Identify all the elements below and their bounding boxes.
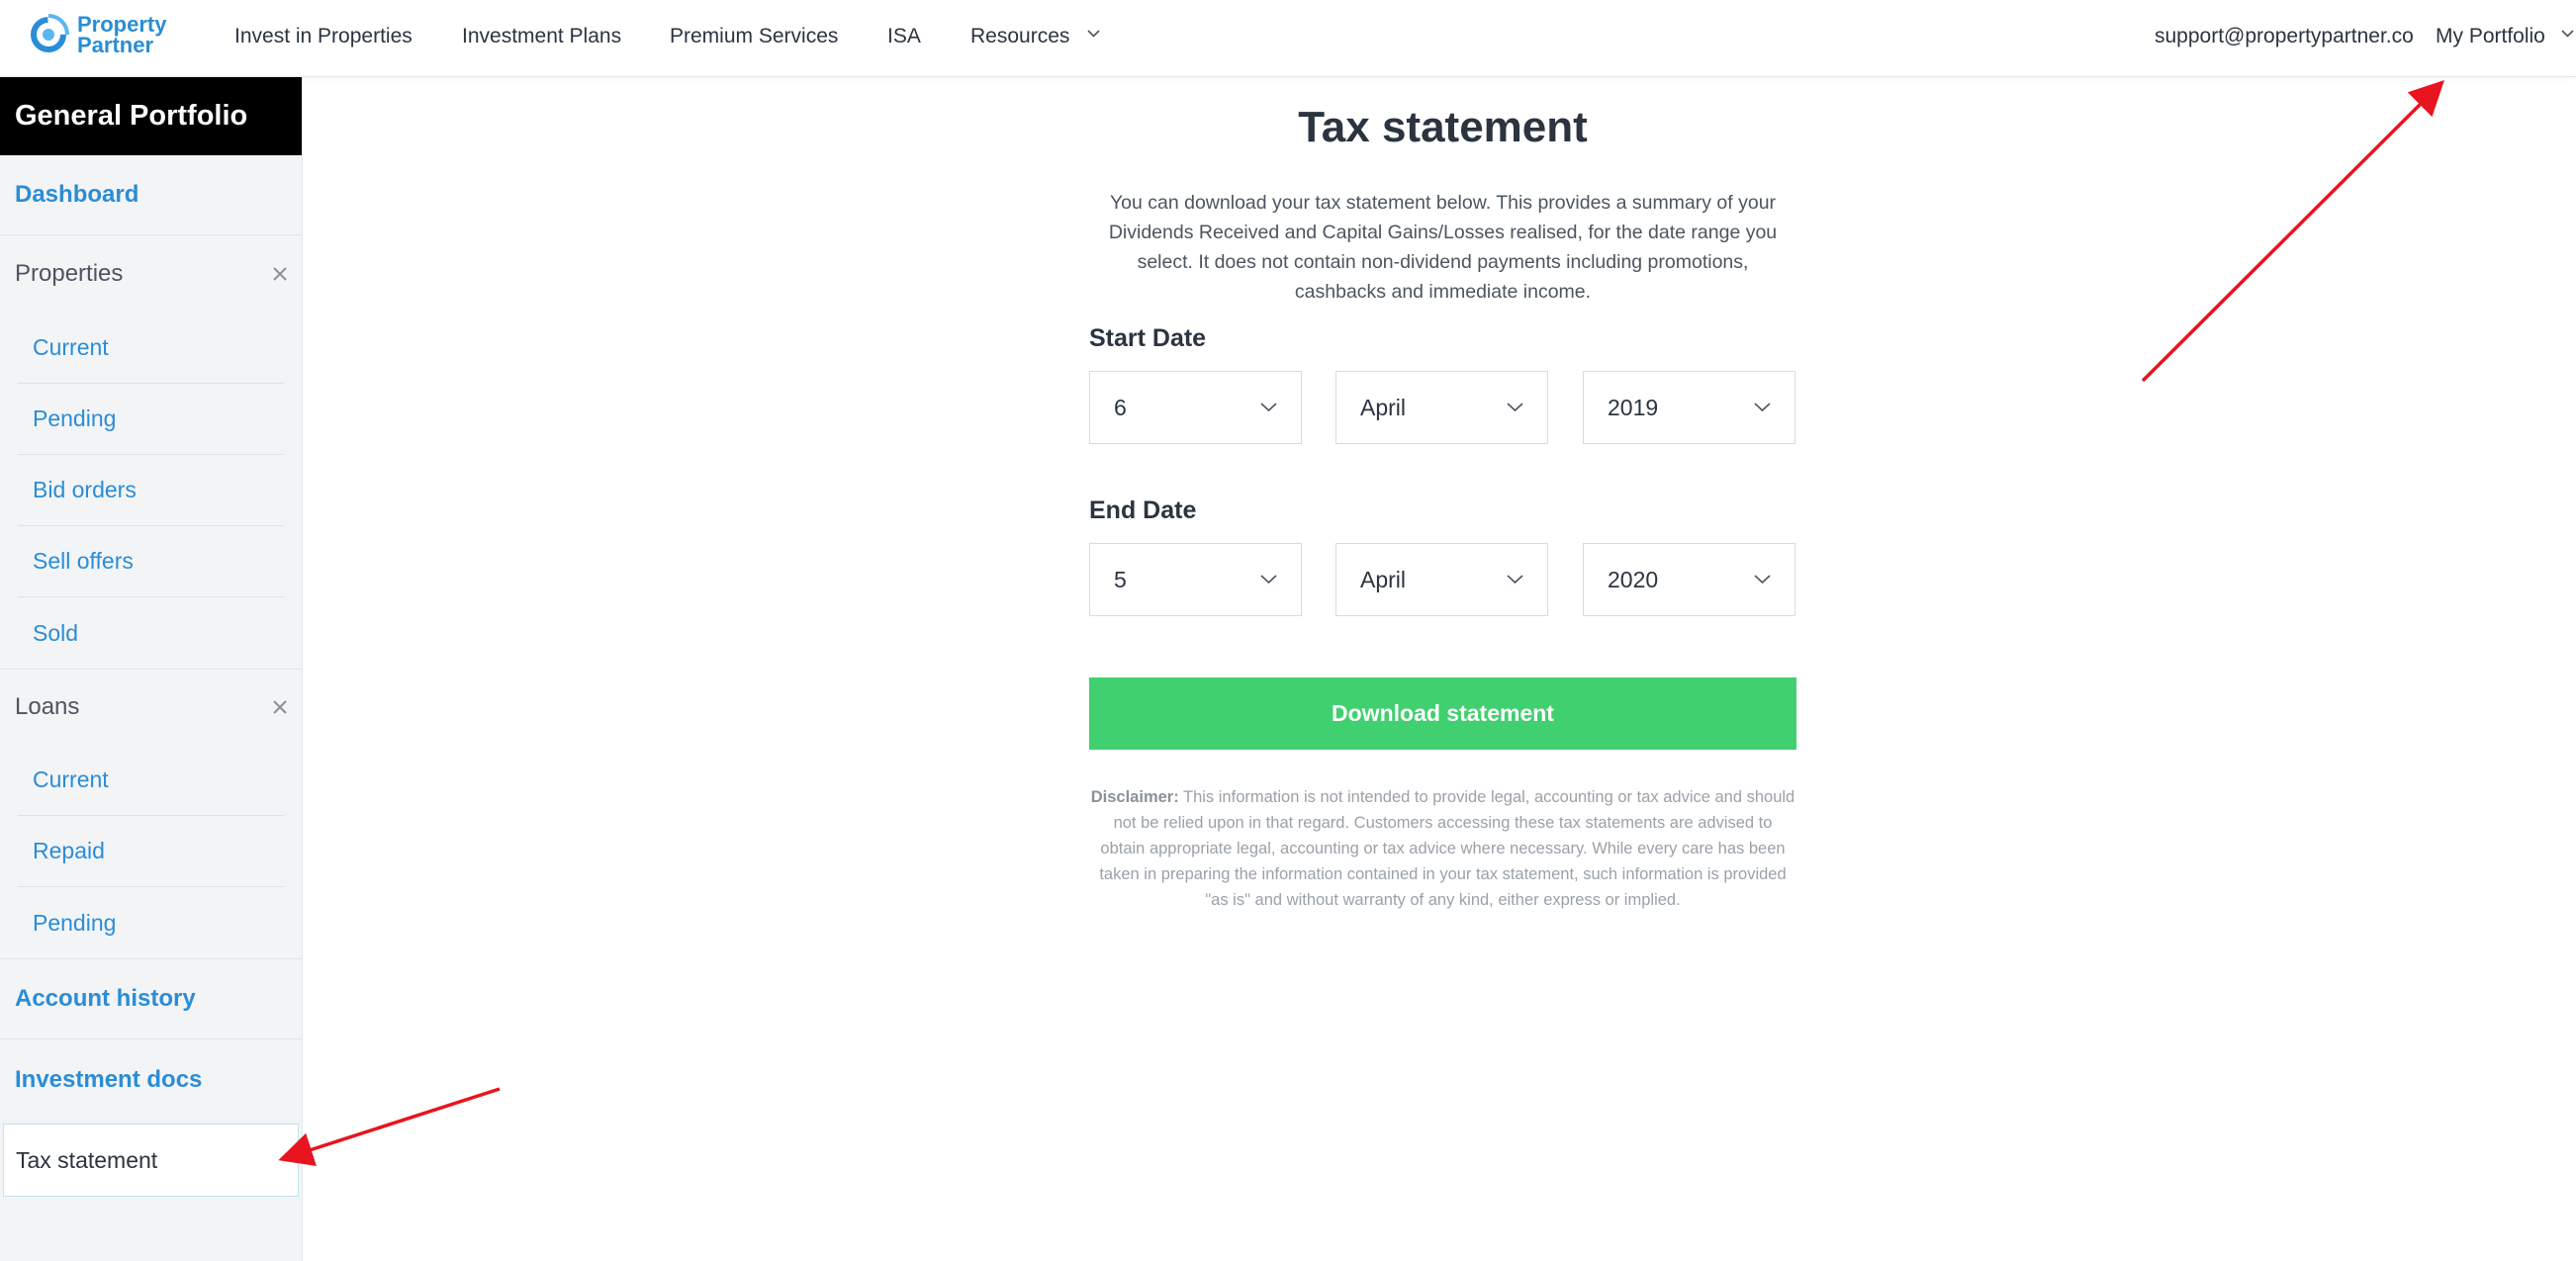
property-partner-logo-icon <box>31 14 69 52</box>
start-day-select[interactable]: 6 <box>1089 371 1302 444</box>
end-date-label: End Date <box>1089 496 1197 524</box>
disclaimer-text: Disclaimer: This information is not inte… <box>1089 784 1796 913</box>
intro-line: Dividends Received and Capital Gains/Los… <box>1108 222 1778 243</box>
chevron-down-icon <box>1507 403 1523 412</box>
sidebar-item-investment-docs[interactable]: Investment docs <box>0 1039 302 1120</box>
sidebar-item-sold[interactable]: Sold <box>18 597 284 669</box>
sidebar-group-properties-header[interactable]: Properties <box>0 235 302 313</box>
support-email-link[interactable]: support@propertypartner.co <box>2155 22 2414 51</box>
intro-line: You can download your tax statement belo… <box>1109 192 1777 214</box>
start-date-label: Start Date <box>1089 324 1207 352</box>
sidebar-item-loans-current[interactable]: Current <box>18 745 284 816</box>
brand-name: Property Partner <box>77 12 167 57</box>
disclaimer-body: This information is not intended to prov… <box>1099 788 1795 909</box>
top-navigation-bar: Property Partner Invest in Properties In… <box>0 0 2576 77</box>
page-title: Tax statement <box>1298 103 1588 151</box>
sidebar-group-loans-header[interactable]: Loans <box>0 670 302 745</box>
sidebar-item-account-history[interactable]: Account history <box>0 959 302 1039</box>
sidebar-item-bid-orders[interactable]: Bid orders <box>18 455 284 526</box>
start-year-select[interactable]: 2019 <box>1583 371 1795 444</box>
end-day-select[interactable]: 5 <box>1089 543 1302 616</box>
my-portfolio-label: My Portfolio <box>2436 25 2545 47</box>
sidebar-group-loans-label: Loans <box>15 693 80 720</box>
sidebar-group-properties-label: Properties <box>15 260 124 287</box>
brand-name-line2: Partner <box>77 33 154 57</box>
end-year-value: 2020 <box>1608 566 1659 592</box>
end-day-value: 5 <box>1114 566 1127 592</box>
sidebar-item-dashboard[interactable]: Dashboard <box>0 155 302 235</box>
nav-resources[interactable]: Resources <box>970 22 1100 51</box>
chevron-down-icon <box>1087 30 1100 38</box>
nav-premium-services[interactable]: Premium Services <box>670 22 838 51</box>
sidebar-title: General Portfolio <box>0 77 302 155</box>
end-month-select[interactable]: April <box>1335 543 1548 616</box>
brand-name-line1: Property <box>77 12 167 37</box>
chevron-down-icon <box>1260 403 1277 412</box>
annotation-arrow-tax-statement <box>278 1087 501 1167</box>
end-month-value: April <box>1360 566 1407 592</box>
start-year-value: 2019 <box>1608 394 1659 420</box>
nav-isa[interactable]: ISA <box>887 22 921 51</box>
close-icon[interactable] <box>272 266 288 282</box>
start-month-value: April <box>1360 394 1407 420</box>
chevron-down-icon <box>2561 30 2574 38</box>
intro-line: select. It does not contain non-dividend… <box>1137 251 1749 273</box>
sidebar-item-properties-current[interactable]: Current <box>18 313 284 384</box>
portfolio-sidebar: General Portfolio Dashboard Properties C… <box>0 77 303 1261</box>
chevron-down-icon <box>1754 403 1771 412</box>
sidebar-item-properties-pending[interactable]: Pending <box>18 384 284 455</box>
start-day-value: 6 <box>1114 394 1127 420</box>
brand-logo[interactable]: Property Partner <box>28 12 167 57</box>
nav-investment-plans[interactable]: Investment Plans <box>462 22 621 51</box>
close-icon[interactable] <box>272 699 288 715</box>
intro-text: You can download your tax statement belo… <box>1089 188 1796 307</box>
sidebar-item-sell-offers[interactable]: Sell offers <box>18 526 284 597</box>
sidebar-item-loans-repaid[interactable]: Repaid <box>18 816 284 887</box>
chevron-down-icon <box>1754 575 1771 585</box>
nav-invest-in-properties[interactable]: Invest in Properties <box>234 22 413 51</box>
disclaimer-label: Disclaimer: <box>1090 788 1179 806</box>
annotation-arrow-portfolio <box>2141 80 2444 383</box>
download-statement-button[interactable]: Download statement <box>1089 677 1796 750</box>
sidebar-item-tax-statement[interactable]: Tax statement <box>3 1124 299 1197</box>
start-month-select[interactable]: April <box>1335 371 1548 444</box>
intro-line: cashbacks and immediate income. <box>1294 281 1592 303</box>
nav-resources-label: Resources <box>970 25 1070 47</box>
sidebar-item-loans-pending[interactable]: Pending <box>18 887 284 958</box>
sidebar-group-loans: Loans Current Repaid Pending <box>0 670 302 959</box>
my-portfolio-menu[interactable]: My Portfolio <box>2436 22 2574 51</box>
sidebar-group-properties: Properties Current Pending Bid orders Se… <box>0 235 302 670</box>
chevron-down-icon <box>1507 575 1523 585</box>
end-year-select[interactable]: 2020 <box>1583 543 1795 616</box>
chevron-down-icon <box>1260 575 1277 585</box>
